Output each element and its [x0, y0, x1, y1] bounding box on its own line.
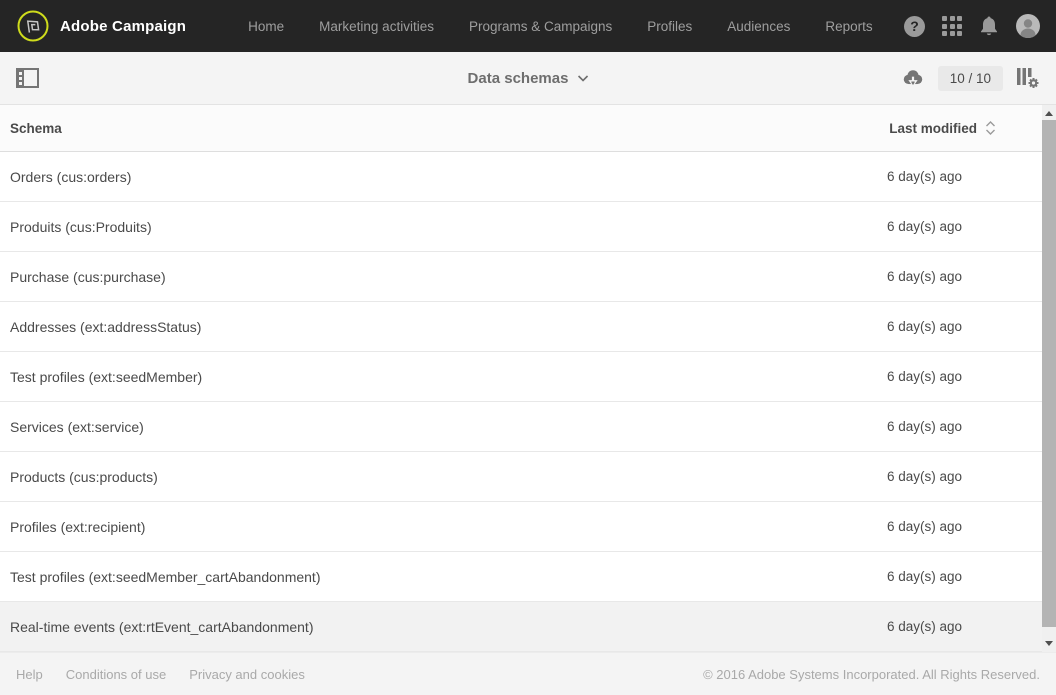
help-icon[interactable]: ? [904, 15, 925, 37]
table-row[interactable]: Test profiles (ext:seedMember) 6 day(s) a… [0, 352, 1042, 402]
brand: Adobe Campaign [16, 9, 248, 43]
scrollbar-thumb[interactable] [1042, 120, 1056, 627]
nav-item-programs-campaigns[interactable]: Programs & Campaigns [469, 19, 612, 34]
user-avatar[interactable] [1016, 14, 1040, 38]
navbar-actions: ? [904, 14, 1040, 38]
page-title: Data schemas [467, 69, 569, 87]
sort-icon [986, 121, 995, 135]
schema-name: Purchase (cus:purchase) [10, 268, 166, 285]
top-navbar: Adobe Campaign Home Marketing activities P… [0, 0, 1056, 52]
schema-name: Profiles (ext:recipient) [10, 518, 146, 535]
nav-item-home[interactable]: Home [248, 19, 284, 34]
footer: Help Conditions of use Privacy and cookies… [0, 652, 1056, 695]
last-modified-value: 6 day(s) ago [886, 569, 962, 584]
column-header-schema[interactable]: Schema [0, 121, 889, 136]
chevron-down-icon [577, 74, 589, 82]
scrollbar-down-arrow-icon[interactable] [1045, 641, 1053, 646]
column-header-last-modified-label: Last modified [889, 120, 977, 136]
last-modified-value: 6 day(s) ago [886, 269, 962, 284]
schema-name: Products (cus:products) [10, 468, 158, 485]
last-modified-value: 6 day(s) ago [886, 319, 962, 334]
schema-name: Services (ext:service) [10, 418, 144, 435]
last-modified-value: 6 day(s) ago [886, 419, 962, 434]
table-body: Orders (cus:orders) 6 day(s) ago Produits … [0, 152, 1042, 652]
footer-links: Help Conditions of use Privacy and cookies [16, 667, 305, 682]
schema-name: Test profiles (ext:seedMember_cartAbando… [10, 568, 321, 585]
apps-grid-icon[interactable] [942, 16, 962, 36]
nav-item-audiences[interactable]: Audiences [727, 19, 790, 34]
primary-nav: Home Marketing activities Programs & Campa… [248, 19, 872, 34]
schema-name: Produits (cus:Produits) [10, 218, 152, 235]
last-modified-value: 6 day(s) ago [886, 469, 962, 484]
table-row[interactable]: Addresses (ext:addressStatus) 6 day(s) ag… [0, 302, 1042, 352]
table-row[interactable]: Test profiles (ext:seedMember_cartAbando… [0, 552, 1042, 602]
cloud-download-icon[interactable] [901, 68, 925, 89]
adobe-campaign-logo-icon[interactable] [16, 9, 50, 43]
last-modified-value: 6 day(s) ago [886, 369, 962, 384]
column-header-last-modified[interactable]: Last modified [889, 120, 1042, 136]
nav-item-reports[interactable]: Reports [825, 19, 872, 34]
footer-link-conditions-of-use[interactable]: Conditions of use [66, 667, 166, 682]
schema-name: Addresses (ext:addressStatus) [10, 318, 202, 335]
table-row[interactable]: Produits (cus:Produits) 6 day(s) ago [0, 202, 1042, 252]
table-row[interactable]: Profiles (ext:recipient) 6 day(s) ago [0, 502, 1042, 552]
table-row[interactable]: Purchase (cus:purchase) 6 day(s) ago [0, 252, 1042, 302]
schema-list-area: Schema Last modified Orders (cus:orders)… [0, 105, 1056, 652]
schema-name: Orders (cus:orders) [10, 168, 132, 185]
nav-item-profiles[interactable]: Profiles [647, 19, 692, 34]
toolbar: Data schemas 10 / 10 [0, 52, 1056, 105]
last-modified-value: 6 day(s) ago [886, 619, 962, 634]
table-row[interactable]: Services (ext:service) 6 day(s) ago [0, 402, 1042, 452]
vertical-scrollbar [1042, 105, 1056, 652]
last-modified-value: 6 day(s) ago [886, 519, 962, 534]
brand-name: Adobe Campaign [60, 17, 187, 35]
table-header-row: Schema Last modified [0, 105, 1042, 152]
last-modified-value: 6 day(s) ago [886, 219, 962, 234]
footer-link-help[interactable]: Help [16, 667, 43, 682]
toolbar-actions: 10 / 10 [901, 65, 1040, 91]
last-modified-value: 6 day(s) ago [886, 169, 962, 184]
table-row[interactable]: Real-time events (ext:rtEvent_cartAbando… [0, 602, 1042, 652]
schema-name: Test profiles (ext:seedMember) [10, 368, 203, 385]
schema-name: Real-time events (ext:rtEvent_cartAbando… [10, 618, 314, 635]
table-row[interactable]: Orders (cus:orders) 6 day(s) ago [0, 152, 1042, 202]
notifications-bell-icon[interactable] [979, 15, 999, 37]
list-settings-icon[interactable] [1016, 67, 1040, 89]
view-selector[interactable]: Data schemas [468, 70, 589, 87]
footer-link-privacy-and-cookies[interactable]: Privacy and cookies [189, 667, 305, 682]
copyright-text: © 2016 Adobe Systems Incorporated. All R… [703, 666, 1040, 682]
table-row[interactable]: Products (cus:products) 6 day(s) ago [0, 452, 1042, 502]
explorer-panel-toggle-icon[interactable] [16, 68, 39, 88]
record-count-badge: 10 / 10 [937, 65, 1003, 91]
nav-item-marketing-activities[interactable]: Marketing activities [319, 19, 434, 34]
scrollbar-up-arrow-icon[interactable] [1045, 111, 1053, 116]
schema-table: Schema Last modified Orders (cus:orders)… [0, 105, 1042, 652]
